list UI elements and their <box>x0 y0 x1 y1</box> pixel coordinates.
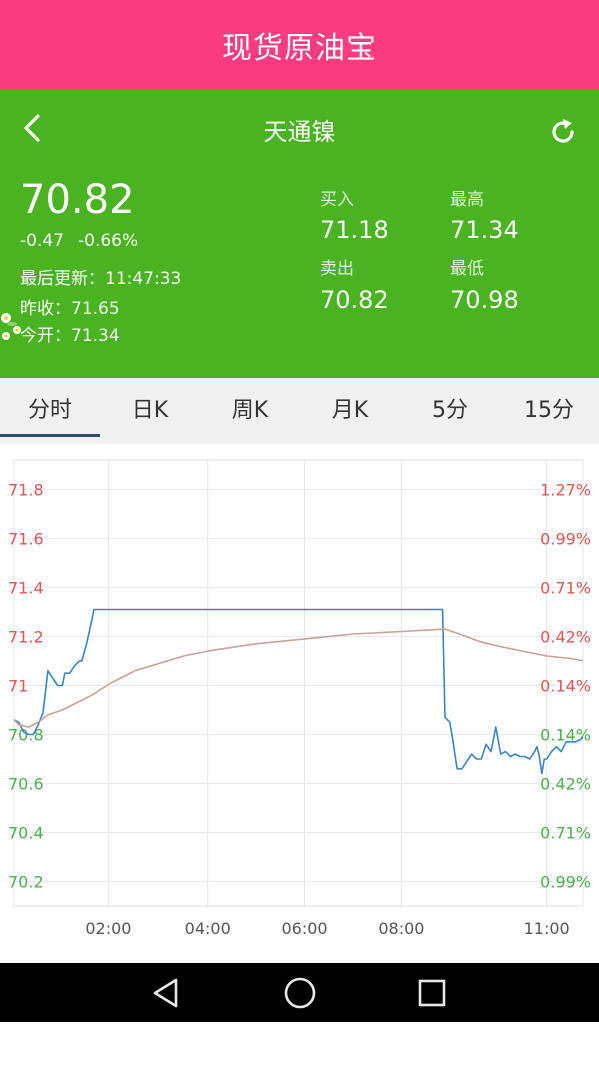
average-line <box>13 628 584 728</box>
y-tick-left: 71.4 <box>8 578 44 597</box>
chart-svg: 71.8 1.27% 71.6 0.99% 71.4 0.71% 71.2 0.42% 71 0.… <box>8 459 591 938</box>
flower-decoration-icon <box>1 313 21 340</box>
sell-label: 卖出 <box>320 259 354 279</box>
header-row: 天通镍 <box>0 90 599 168</box>
x-tick-label: 02:00 <box>85 919 131 938</box>
x-tick-label: 04:00 <box>185 919 231 938</box>
x-tick-label: 08:00 <box>378 919 424 938</box>
product-name: 天通镍 <box>263 118 336 146</box>
y-tick-right: 0.71% <box>540 578 591 597</box>
y-tick-right: 0.42% <box>540 627 591 646</box>
change-row: -0.47 -0.66% <box>20 231 152 251</box>
tab-daily-k[interactable]: 日K <box>100 378 200 438</box>
y-tick-left: 70.8 <box>8 725 44 744</box>
buy-value: 71.18 <box>320 216 389 244</box>
app-title: 现货原油宝 <box>0 0 599 90</box>
current-price: 70.82 <box>20 177 135 223</box>
active-tab-indicator <box>0 434 100 437</box>
y-tick-right: 0.99% <box>540 872 591 891</box>
low-label: 最低 <box>450 259 484 279</box>
open-value: 71.34 <box>71 326 120 346</box>
y-tick-right: 0.14% <box>540 676 591 695</box>
open-price: 今开：71.34 <box>20 321 120 346</box>
quote-panel: 天通镍 70.82 -0.47 -0.66% 最后更新：11:47:33 昨收：7… <box>0 90 599 378</box>
last-update: 最后更新：11:47:33 <box>20 264 181 289</box>
chart-frame <box>13 459 584 907</box>
y-tick-right: 1.27% <box>540 480 591 499</box>
y-tick-left: 70.2 <box>8 872 44 891</box>
y-tick-left: 71.6 <box>8 529 44 548</box>
nav-back-icon[interactable] <box>146 973 186 1013</box>
refresh-icon <box>552 119 574 143</box>
y-tick-left: 71 <box>8 676 28 695</box>
last-update-time: 11:47:33 <box>105 269 182 289</box>
x-tick-label: 06:00 <box>281 919 327 938</box>
y-tick-left: 71.2 <box>8 627 44 646</box>
y-tick-right: 0.42% <box>540 774 591 793</box>
timeshare-chart[interactable]: 71.8 1.27% 71.6 0.99% 71.4 0.71% 71.2 0.42% 71 0.… <box>0 444 599 963</box>
prev-close-value: 71.65 <box>71 299 120 319</box>
low-value: 70.98 <box>450 286 519 314</box>
price-change-pct: -0.66% <box>78 231 139 251</box>
y-tick-left: 71.8 <box>8 480 44 499</box>
y-tick-right: 0.71% <box>540 823 591 842</box>
tab-15min[interactable]: 15分 <box>499 378 599 438</box>
y-tick-right: 0.99% <box>540 529 591 548</box>
y-tick-left: 70.6 <box>8 774 44 793</box>
prev-close: 昨收：71.65 <box>20 294 120 319</box>
chart-tab-bar: 分时 日K 周K 月K 5分 15分 <box>0 378 599 444</box>
system-nav-bar <box>0 963 599 1022</box>
refresh-button[interactable] <box>545 114 581 150</box>
high-label: 最高 <box>450 190 484 210</box>
buy-label: 买入 <box>320 190 354 210</box>
sell-value: 70.82 <box>320 286 389 314</box>
price-line <box>13 608 584 775</box>
y-tick-left: 70.4 <box>8 823 44 842</box>
price-change: -0.47 <box>20 231 64 251</box>
tab-5min[interactable]: 5分 <box>400 378 500 438</box>
tab-weekly-k[interactable]: 周K <box>200 378 300 438</box>
last-update-label: 最后更新： <box>20 269 105 289</box>
tab-monthly-k[interactable]: 月K <box>300 378 400 438</box>
tab-timeshare[interactable]: 分时 <box>0 378 100 438</box>
x-tick-label: 11:00 <box>524 919 570 938</box>
nav-recent-icon[interactable] <box>412 973 452 1013</box>
high-value: 71.34 <box>450 216 519 244</box>
nav-home-icon[interactable] <box>280 973 320 1013</box>
